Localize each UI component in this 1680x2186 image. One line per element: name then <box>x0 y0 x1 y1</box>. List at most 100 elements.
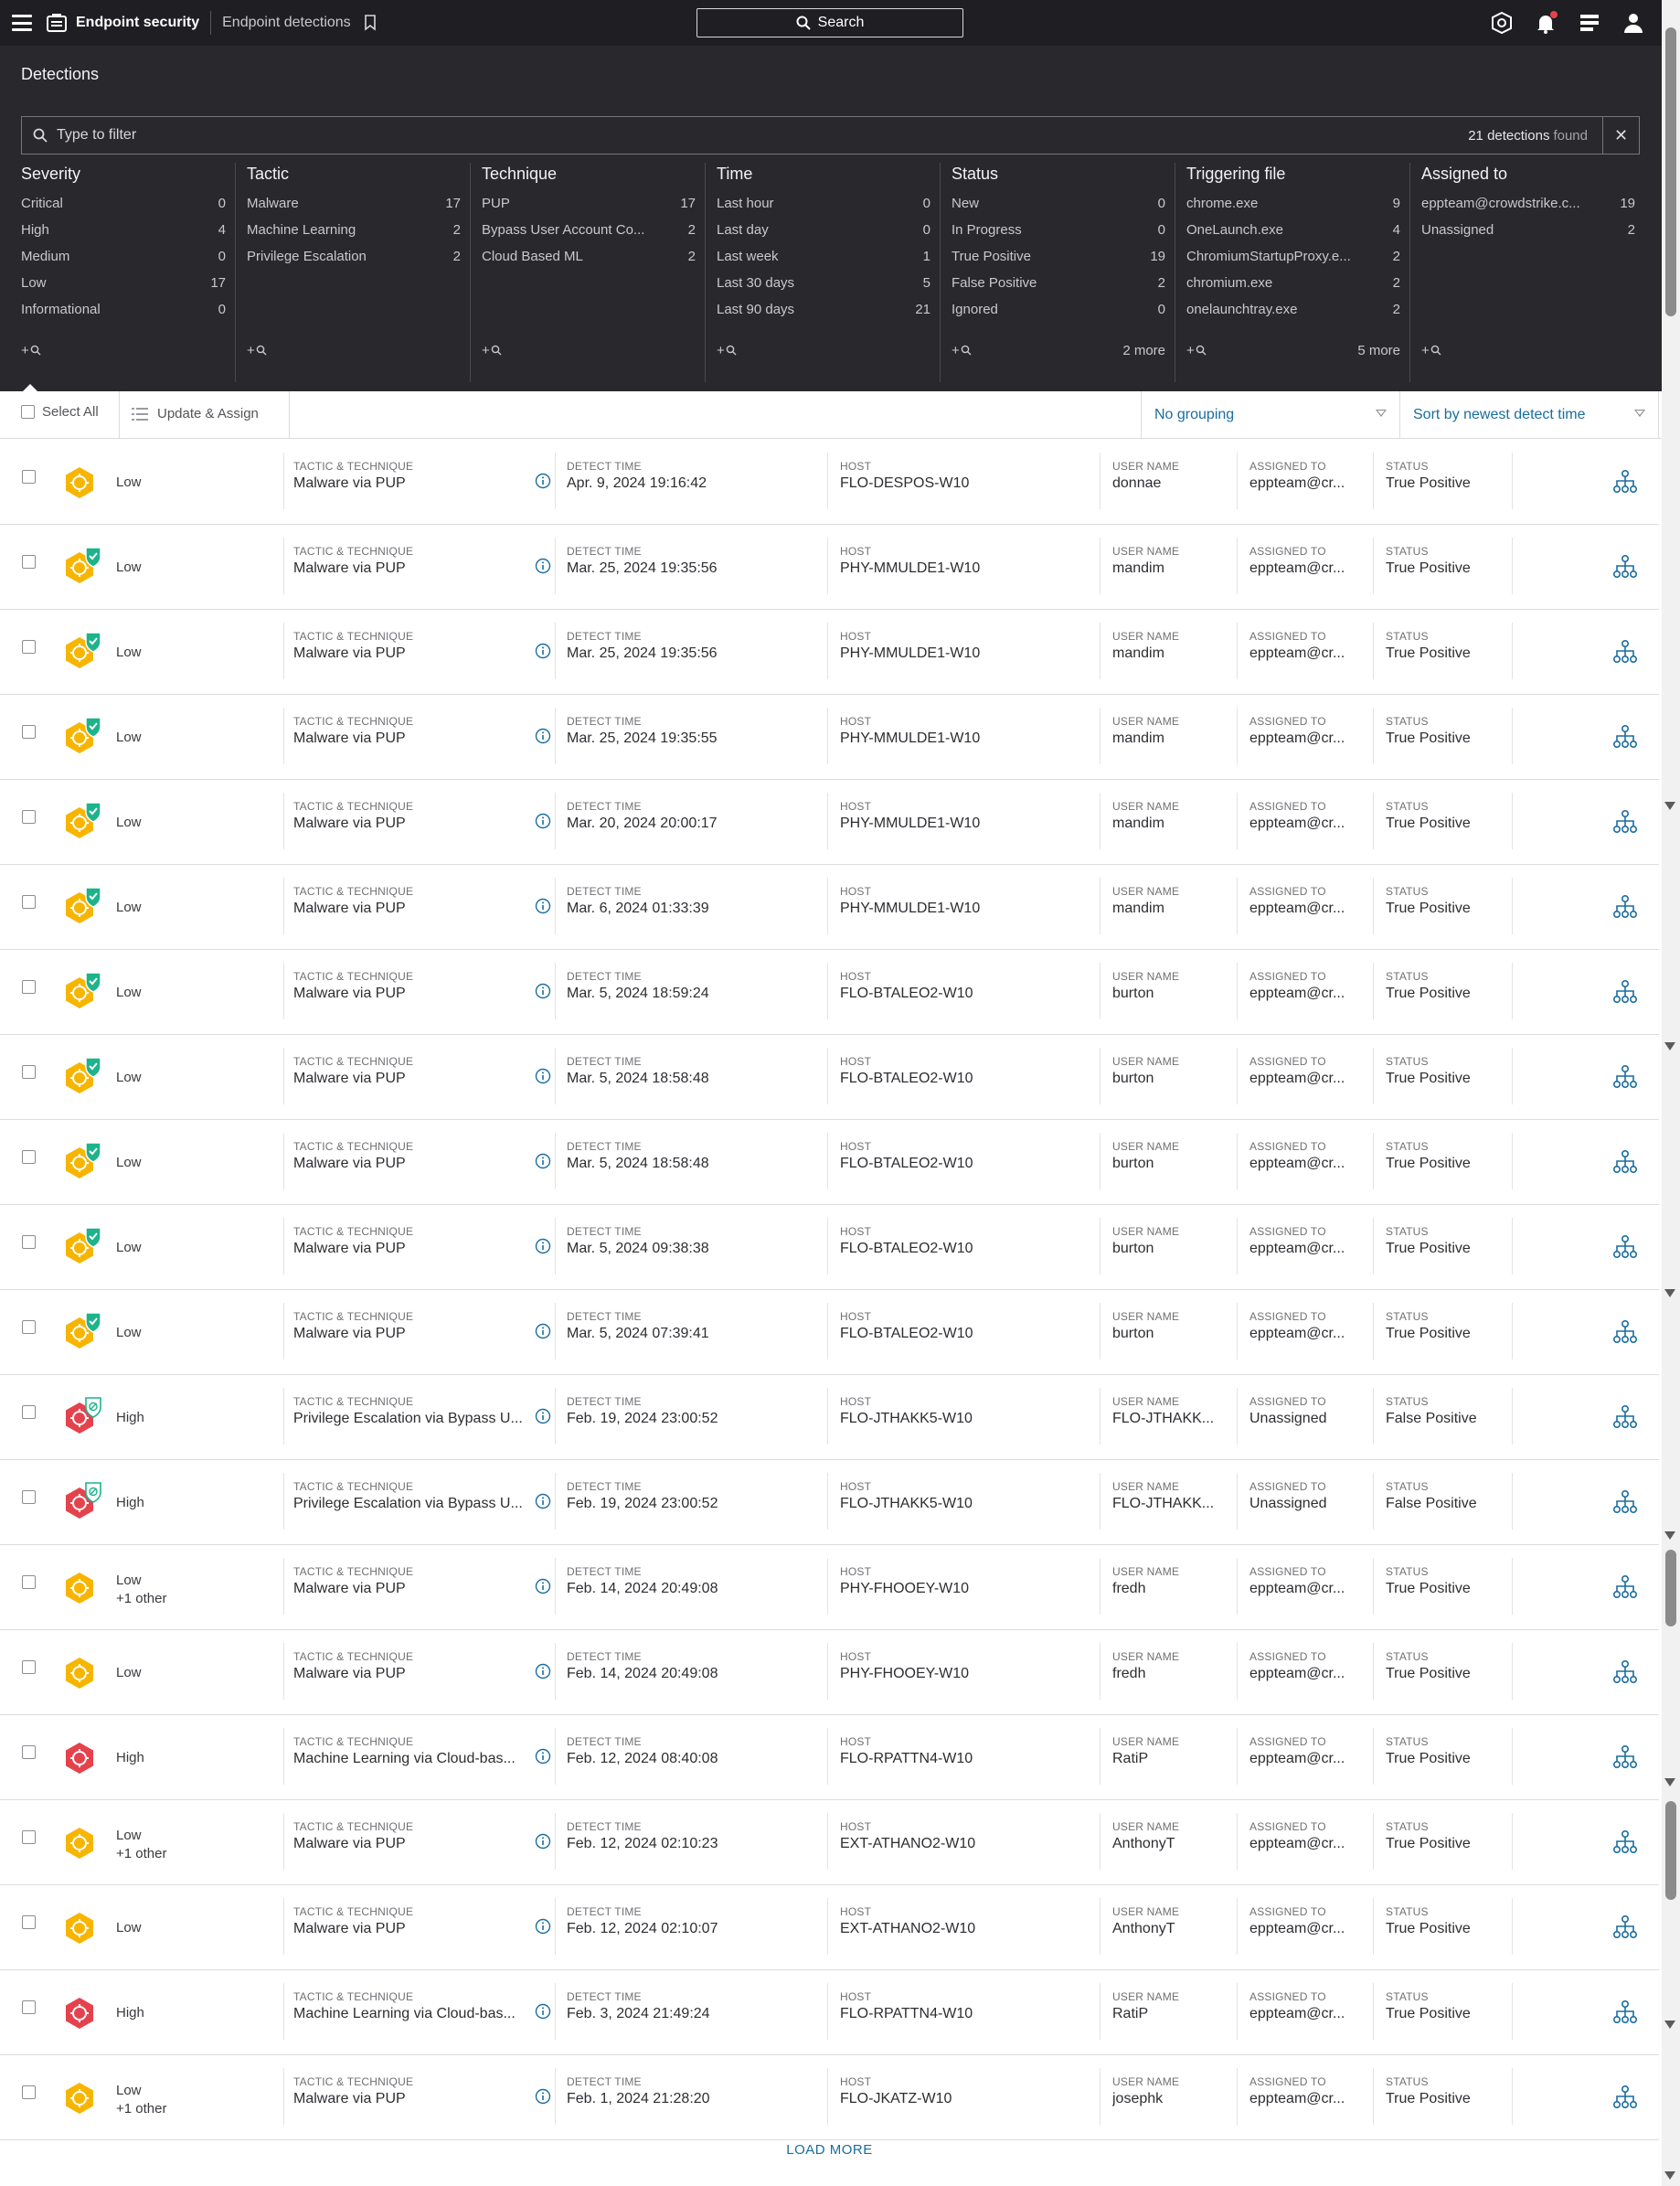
info-icon[interactable] <box>535 2088 551 2105</box>
process-tree-icon[interactable] <box>1612 1234 1638 1260</box>
row-checkbox[interactable] <box>22 640 36 654</box>
detection-row[interactable]: Low TACTIC & TECHNIQUE Malware via PUP D… <box>0 610 1659 695</box>
facet-option[interactable]: Informational 0 <box>21 296 226 323</box>
process-tree-icon[interactable] <box>1612 1149 1638 1175</box>
process-tree-icon[interactable] <box>1612 979 1638 1005</box>
process-tree-icon[interactable] <box>1612 809 1638 835</box>
detection-row[interactable]: High TACTIC & TECHNIQUE Privilege Escala… <box>0 1375 1659 1460</box>
scroll-down-arrow[interactable] <box>1664 1778 1675 1786</box>
clear-filter-button[interactable]: ✕ <box>1602 117 1639 154</box>
row-checkbox[interactable] <box>22 1320 36 1334</box>
app-title[interactable]: Endpoint security <box>76 15 199 31</box>
sort-select[interactable]: Sort by newest detect time <box>1399 391 1659 439</box>
scroll-down-arrow[interactable] <box>1664 1289 1675 1297</box>
detection-row[interactable]: Low TACTIC & TECHNIQUE Malware via PUP D… <box>0 1205 1659 1290</box>
update-assign-button[interactable]: Update & Assign <box>132 406 259 421</box>
process-tree-icon[interactable] <box>1612 554 1638 580</box>
detection-row[interactable]: Low TACTIC & TECHNIQUE Malware via PUP D… <box>0 695 1659 780</box>
detection-row[interactable]: Low +1 other TACTIC & TECHNIQUE Malware … <box>0 1800 1659 1885</box>
detection-row[interactable]: Low +1 other TACTIC & TECHNIQUE Malware … <box>0 2055 1659 2140</box>
detection-row[interactable]: Low TACTIC & TECHNIQUE Malware via PUP D… <box>0 1290 1659 1375</box>
detection-row[interactable]: Low TACTIC & TECHNIQUE Malware via PUP D… <box>0 525 1659 610</box>
menu-icon[interactable] <box>12 15 32 31</box>
scroll-down-arrow[interactable] <box>1664 2021 1675 2029</box>
row-checkbox[interactable] <box>22 1830 36 1844</box>
detection-row[interactable]: Low TACTIC & TECHNIQUE Malware via PUP D… <box>0 1120 1659 1205</box>
row-checkbox[interactable] <box>22 555 36 569</box>
support-icon[interactable] <box>1490 11 1514 35</box>
facet-option[interactable]: chromium.exe 2 <box>1186 270 1400 296</box>
info-icon[interactable] <box>535 1918 551 1935</box>
scrollbar-thumb[interactable] <box>1665 1550 1676 1626</box>
row-checkbox[interactable] <box>22 810 36 824</box>
select-all-checkbox[interactable]: Select All <box>21 404 99 420</box>
row-checkbox[interactable] <box>22 1660 36 1674</box>
info-icon[interactable] <box>535 1748 551 1765</box>
row-checkbox[interactable] <box>22 2085 36 2099</box>
notifications-icon[interactable] <box>1534 11 1558 35</box>
checkbox[interactable] <box>21 405 35 419</box>
scrollbar-thumb[interactable] <box>1665 27 1676 316</box>
info-icon[interactable] <box>535 1408 551 1424</box>
facet-option[interactable]: OneLaunch.exe 4 <box>1186 217 1400 243</box>
process-tree-icon[interactable] <box>1612 894 1638 920</box>
facet-option[interactable]: Bypass User Account Co... 2 <box>482 217 696 243</box>
detection-row[interactable]: Low TACTIC & TECHNIQUE Malware via PUP D… <box>0 780 1659 865</box>
process-tree-icon[interactable] <box>1612 1489 1638 1515</box>
row-checkbox[interactable] <box>22 1405 36 1419</box>
row-checkbox[interactable] <box>22 1490 36 1504</box>
info-icon[interactable] <box>535 473 551 489</box>
facet-option[interactable]: onelaunchtray.exe 2 <box>1186 296 1400 323</box>
add-filter-button[interactable]: + <box>717 343 737 358</box>
detection-row[interactable]: Low TACTIC & TECHNIQUE Malware via PUP D… <box>0 440 1659 525</box>
process-tree-icon[interactable] <box>1612 469 1638 495</box>
facet-option[interactable]: chrome.exe 9 <box>1186 190 1400 217</box>
facet-option[interactable]: Last hour 0 <box>717 190 930 217</box>
facet-option[interactable]: PUP 17 <box>482 190 696 217</box>
info-icon[interactable] <box>535 643 551 659</box>
info-icon[interactable] <box>535 1238 551 1254</box>
add-filter-button[interactable]: + <box>247 343 267 358</box>
row-checkbox[interactable] <box>22 1745 36 1759</box>
global-search-button[interactable]: Search <box>696 8 963 37</box>
process-tree-icon[interactable] <box>1612 1404 1638 1430</box>
vertical-scrollbar[interactable] <box>1662 0 1680 2186</box>
scroll-down-arrow[interactable] <box>1664 1531 1675 1540</box>
facet-option[interactable]: Ignored 0 <box>952 296 1165 323</box>
facet-option[interactable]: Machine Learning 2 <box>247 217 461 243</box>
add-filter-button[interactable]: + <box>1186 343 1207 358</box>
process-tree-icon[interactable] <box>1612 1914 1638 1940</box>
process-tree-icon[interactable] <box>1612 1659 1638 1685</box>
detection-row[interactable]: Low TACTIC & TECHNIQUE Malware via PUP D… <box>0 1885 1659 1970</box>
detection-row[interactable]: Low +1 other TACTIC & TECHNIQUE Malware … <box>0 1545 1659 1630</box>
facet-option[interactable]: Medium 0 <box>21 243 226 270</box>
row-checkbox[interactable] <box>22 1065 36 1079</box>
add-filter-button[interactable]: + <box>952 343 972 358</box>
info-icon[interactable] <box>535 813 551 829</box>
scroll-down-arrow[interactable] <box>1664 1042 1675 1050</box>
row-checkbox[interactable] <box>22 980 36 994</box>
detection-row[interactable]: Low TACTIC & TECHNIQUE Malware via PUP D… <box>0 865 1659 950</box>
facet-option[interactable]: eppteam@crowdstrike.c... 19 <box>1421 190 1635 217</box>
show-more-link[interactable]: 5 more <box>1357 343 1400 358</box>
process-tree-icon[interactable] <box>1612 1999 1638 2025</box>
facet-option[interactable]: Low 17 <box>21 270 226 296</box>
info-icon[interactable] <box>535 1323 551 1339</box>
process-tree-icon[interactable] <box>1612 724 1638 750</box>
facet-option[interactable]: Malware 17 <box>247 190 461 217</box>
detection-row[interactable]: Low TACTIC & TECHNIQUE Malware via PUP D… <box>0 950 1659 1035</box>
load-more-button[interactable]: LOAD MORE <box>0 2142 1659 2158</box>
grouping-select[interactable]: No grouping <box>1141 391 1399 439</box>
info-icon[interactable] <box>535 983 551 999</box>
detection-row[interactable]: High TACTIC & TECHNIQUE Machine Learning… <box>0 1970 1659 2055</box>
bookmark-icon[interactable] <box>364 15 377 31</box>
scroll-down-arrow[interactable] <box>1664 802 1675 810</box>
info-icon[interactable] <box>535 1663 551 1679</box>
facet-option[interactable]: Last 90 days 21 <box>717 296 930 323</box>
facet-option[interactable]: Last 30 days 5 <box>717 270 930 296</box>
facet-option[interactable]: In Progress 0 <box>952 217 1165 243</box>
process-tree-icon[interactable] <box>1612 1829 1638 1855</box>
scroll-down-arrow[interactable] <box>1664 2171 1675 2180</box>
info-icon[interactable] <box>535 558 551 574</box>
add-filter-button[interactable]: + <box>482 343 502 358</box>
